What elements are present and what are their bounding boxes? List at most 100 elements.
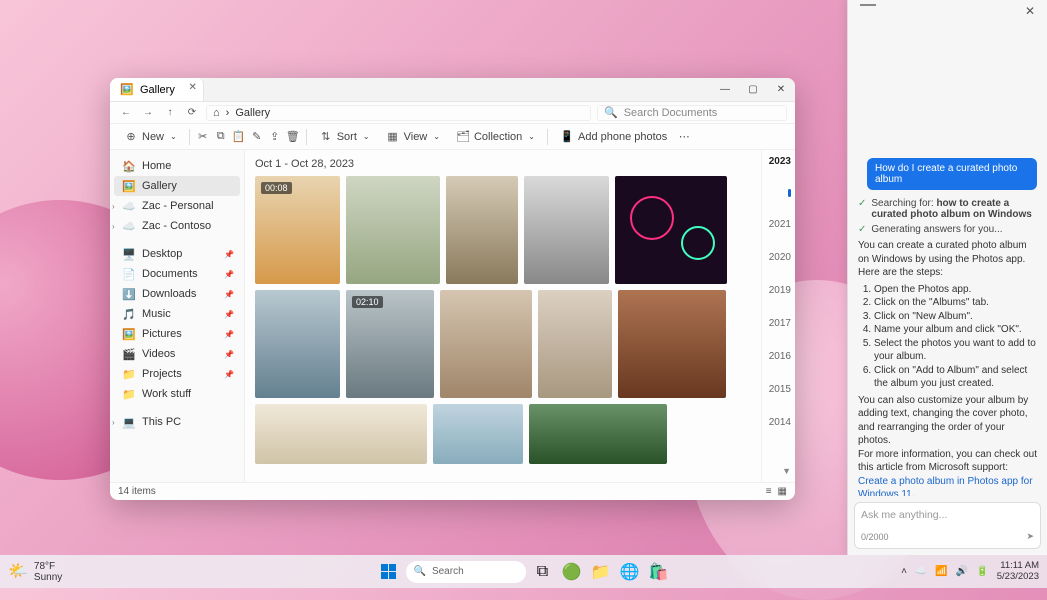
onedrive-tray-icon[interactable]: ☁️ (915, 566, 927, 577)
pin-icon[interactable]: 📌 (224, 350, 234, 359)
file-explorer-window: 🖼️ Gallery ✕ ― ▢ ✕ ← → ↑ ⟳ ⌂ › Gallery 🔍… (110, 78, 795, 500)
timeline-year[interactable]: 2019 (769, 285, 791, 296)
timeline-marker (788, 189, 791, 197)
close-button[interactable]: ✕ (767, 78, 795, 102)
pin-icon[interactable]: 📌 (224, 250, 234, 259)
photo-thumbnail[interactable] (446, 176, 518, 284)
pin-icon[interactable]: 📌 (224, 310, 234, 319)
battery-tray-icon[interactable]: 🔋 (976, 566, 988, 577)
explorer-taskbar-icon[interactable]: 📁 (589, 560, 613, 584)
home-icon: ⌂ (213, 107, 220, 119)
view-button[interactable]: ▦View⌄ (380, 128, 446, 146)
cut-icon[interactable]: ✂ (196, 130, 210, 144)
up-button[interactable]: ↑ (162, 107, 178, 118)
photo-thumbnail[interactable] (615, 176, 727, 284)
back-button[interactable]: ← (118, 107, 134, 118)
chevron-right-icon[interactable]: › (112, 418, 115, 427)
tab-gallery[interactable]: 🖼️ Gallery ✕ (110, 78, 204, 101)
photo-thumbnail[interactable]: 02:10 (346, 290, 434, 398)
sidebar-item-desktop[interactable]: 🖥️Desktop📌 (114, 244, 240, 264)
drag-handle-icon[interactable] (860, 4, 876, 6)
maximize-button[interactable]: ▢ (739, 78, 767, 102)
grid-view-icon[interactable]: ▦ (778, 486, 787, 497)
sidebar-item-zac-contoso[interactable]: ›☁️Zac - Contoso (114, 216, 240, 236)
ask-input-box[interactable]: 0/2000 ➤ (854, 502, 1041, 549)
year-timeline[interactable]: 2023 2021 2020 2019 2017 2016 2015 2014 … (761, 150, 795, 482)
tray-chevron-icon[interactable]: ˄ (901, 566, 907, 577)
gallery-icon: 🖼️ (122, 179, 136, 193)
paste-icon[interactable]: 📋 (232, 130, 246, 144)
minimize-button[interactable]: ― (711, 78, 739, 102)
photo-thumbnail[interactable] (440, 290, 532, 398)
rename-icon[interactable]: ✎ (250, 130, 264, 144)
wifi-tray-icon[interactable]: 📶 (935, 566, 947, 577)
sidebar-item-documents[interactable]: 📄Documents📌 (114, 264, 240, 284)
breadcrumb-text: Gallery (235, 107, 270, 119)
collection-button[interactable]: 🗂Collection⌄ (450, 128, 541, 146)
scroll-down-icon[interactable]: ▼ (782, 466, 791, 476)
sidebar-item-videos[interactable]: 🎬Videos📌 (114, 344, 240, 364)
sort-button[interactable]: ⇅Sort⌄ (313, 128, 376, 146)
pin-icon[interactable]: 📌 (224, 270, 234, 279)
photo-thumbnail[interactable] (618, 290, 726, 398)
chevron-right-icon[interactable]: › (112, 202, 115, 211)
send-icon[interactable]: ➤ (1026, 531, 1034, 542)
photo-thumbnail[interactable] (529, 404, 667, 464)
sidebar-item-zac-personal[interactable]: ›☁️Zac - Personal (114, 196, 240, 216)
start-button[interactable] (377, 560, 401, 584)
store-taskbar-icon[interactable]: 🛍️ (647, 560, 671, 584)
timeline-year[interactable]: 2017 (769, 318, 791, 329)
search-input[interactable]: 🔍 Search Documents (597, 105, 787, 121)
timeline-year[interactable]: 2016 (769, 351, 791, 362)
photo-thumbnail[interactable] (255, 290, 340, 398)
photo-thumbnail[interactable]: 00:08 (255, 176, 340, 284)
taskbar-search[interactable]: 🔍Search (406, 561, 526, 583)
chevron-right-icon[interactable]: › (112, 222, 115, 231)
list-view-icon[interactable]: ≡ (766, 486, 772, 497)
timeline-year[interactable]: 2023 (769, 156, 791, 167)
sidebar-item-gallery[interactable]: 🖼️Gallery (114, 176, 240, 196)
pin-icon[interactable]: 📌 (224, 290, 234, 299)
reference-link[interactable]: Create a photo album in Photos app for W… (858, 476, 1033, 497)
more-icon[interactable]: ⋯ (677, 130, 691, 144)
onedrive-icon: ☁️ (122, 219, 136, 233)
sidebar-item-home[interactable]: 🏠Home (114, 156, 240, 176)
photo-thumbnail[interactable] (346, 176, 440, 284)
photo-thumbnail[interactable] (524, 176, 609, 284)
timeline-year[interactable]: 2015 (769, 384, 791, 395)
sidebar-item-music[interactable]: 🎵Music📌 (114, 304, 240, 324)
delete-icon[interactable]: 🗑 (286, 130, 300, 144)
clock[interactable]: 11:11 AM5/23/2023 (997, 561, 1039, 582)
pin-icon[interactable]: 📌 (224, 370, 234, 379)
ask-input[interactable] (861, 509, 1034, 521)
refresh-button[interactable]: ⟳ (184, 107, 200, 118)
sidebar-item-pictures[interactable]: 🖼️Pictures📌 (114, 324, 240, 344)
sidebar-item-projects[interactable]: 📁Projects📌 (114, 364, 240, 384)
timeline-year[interactable]: 2014 (769, 417, 791, 428)
folder-icon: 📁 (122, 367, 136, 381)
weather-widget[interactable]: 🌤️ 78°FSunny (8, 561, 62, 583)
new-button[interactable]: ⊕New⌄ (118, 128, 183, 146)
forward-button[interactable]: → (140, 107, 156, 118)
edge-taskbar-icon[interactable]: 🌐 (618, 560, 642, 584)
sidebar-item-this-pc[interactable]: ›💻This PC (114, 412, 240, 432)
photo-thumbnail[interactable] (538, 290, 612, 398)
breadcrumb[interactable]: ⌂ › Gallery (206, 105, 591, 121)
share-icon[interactable]: ⇪ (268, 130, 282, 144)
taskview-button[interactable]: ⧉ (531, 560, 555, 584)
timeline-year[interactable]: 2020 (769, 252, 791, 263)
photo-thumbnail[interactable] (255, 404, 427, 464)
copilot-button[interactable]: 🟢 (560, 560, 584, 584)
volume-tray-icon[interactable]: 🔊 (956, 566, 968, 577)
close-tab-icon[interactable]: ✕ (188, 82, 196, 93)
pin-icon[interactable]: 📌 (224, 330, 234, 339)
copy-icon[interactable]: ⧉ (214, 130, 228, 144)
photo-thumbnail[interactable] (433, 404, 523, 464)
sidebar-item-work-stuff[interactable]: 📁Work stuff (114, 384, 240, 404)
phone-icon: 📱 (560, 130, 574, 144)
sidebar-item-downloads[interactable]: ⬇️Downloads📌 (114, 284, 240, 304)
add-phone-photos-button[interactable]: 📱Add phone photos (554, 128, 673, 146)
close-panel-button[interactable]: ✕ (1025, 4, 1035, 18)
search-icon: 🔍 (414, 566, 426, 577)
timeline-year[interactable]: 2021 (769, 219, 791, 230)
